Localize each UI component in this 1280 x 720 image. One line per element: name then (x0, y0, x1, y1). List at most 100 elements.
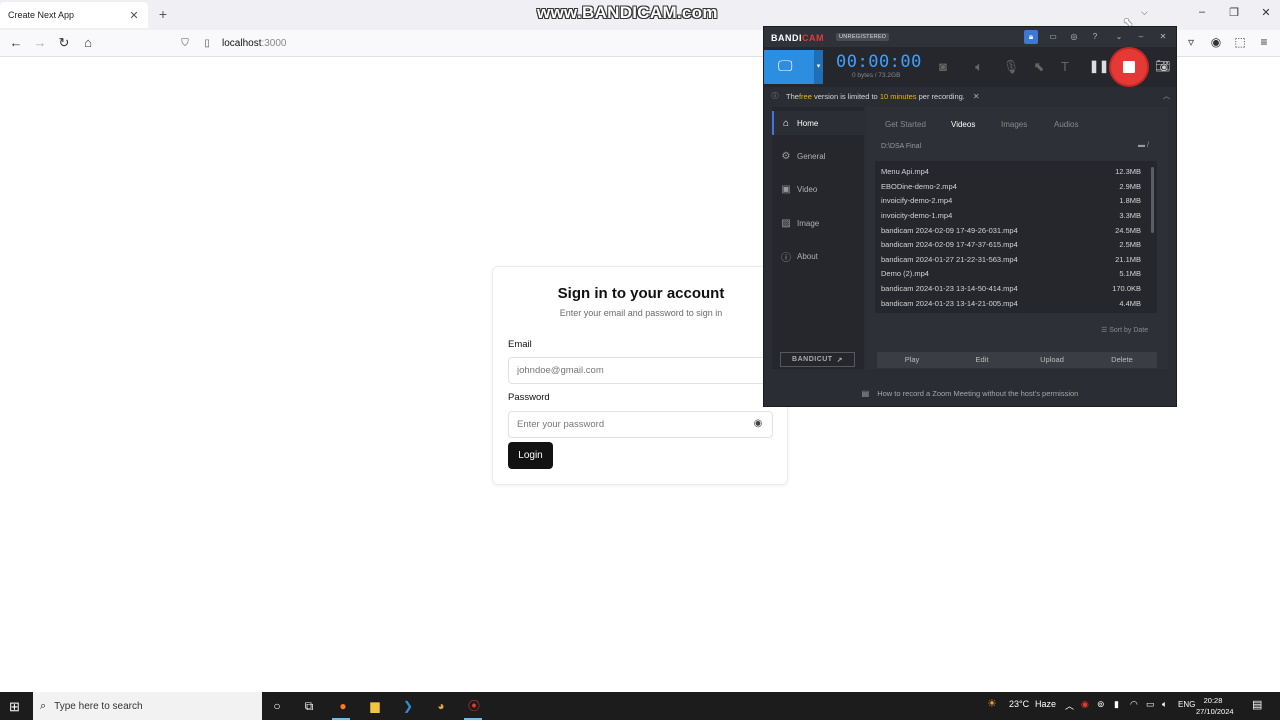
sidebar-item-about[interactable]: ⓘ About (772, 244, 864, 268)
notice-text-1: The (786, 91, 799, 101)
collapse-icon[interactable]: ⌄ (1112, 30, 1126, 44)
list-item[interactable]: Menu Api.mp4 12.3MB (875, 164, 1147, 178)
play-button[interactable]: Play (877, 352, 947, 368)
sort-by-date-button[interactable]: ☰ Sort by Date (1101, 326, 1148, 334)
home-icon[interactable]: ⌂ (80, 35, 96, 51)
help-icon[interactable]: ? (1088, 30, 1102, 44)
list-item[interactable]: bandicam 2024-02-09 17-49-26-031.mp4 24.5… (875, 223, 1147, 237)
mode-dropdown-icon[interactable]: ▾ (814, 50, 823, 84)
browser-tab[interactable]: Create Next App ✕ (0, 2, 148, 28)
firefox-icon[interactable]: ● (333, 697, 353, 715)
menu-icon[interactable]: ≡ (1256, 35, 1272, 49)
notifications-icon[interactable]: ▤ (1252, 698, 1262, 711)
list-item[interactable]: invoicity-demo-1.mp4 3.3MB (875, 208, 1147, 222)
tab-videos[interactable]: Videos (951, 120, 975, 129)
bandicut-button[interactable]: BANDICUT ↗ (780, 352, 855, 367)
file-actions-bar: Play Edit Upload Delete (877, 352, 1157, 368)
eye-icon[interactable]: ◉ (751, 418, 765, 429)
stop-record-button[interactable] (1111, 49, 1147, 85)
task-view-icon[interactable]: ⧉ (299, 697, 319, 715)
account-icon[interactable]: ◉ (1208, 35, 1224, 49)
system-clock[interactable]: 20:28 27/10/2024 (1196, 695, 1234, 717)
new-tab-icon[interactable]: + (156, 6, 170, 22)
list-item[interactable]: bandicam 2024-02-09 17-47-37-615.mp4 2.5M… (875, 237, 1147, 251)
windows-start-icon[interactable]: ⊞ (9, 699, 20, 715)
sidebar-item-label: Image (797, 218, 820, 228)
app-icon[interactable]: ◕ (431, 697, 451, 715)
tab-images[interactable]: Images (1001, 120, 1027, 129)
close-icon[interactable]: ✕ (1156, 30, 1170, 44)
extensions-icon[interactable]: ⬚ (1232, 35, 1248, 49)
chevron-up-icon[interactable]: ︿ (1163, 91, 1170, 101)
taskbar-search[interactable]: ⌕ Type here to search (33, 692, 262, 720)
tab-get-started[interactable]: Get Started (885, 120, 926, 129)
window-close-icon[interactable]: ✕ (1256, 6, 1276, 19)
network-icon[interactable]: ▭ (1146, 699, 1155, 710)
forward-icon[interactable]: → (32, 35, 48, 51)
wifi-icon[interactable]: ◠ (1130, 699, 1138, 710)
folder-icon[interactable]: ▭ (1046, 30, 1060, 44)
text-icon[interactable]: T (1056, 59, 1074, 74)
delete-button[interactable]: Delete (1087, 352, 1157, 368)
list-item[interactable]: EBODine-demo-2.mp4 2.9MB (875, 179, 1147, 193)
password-field[interactable] (508, 411, 773, 438)
weather-text[interactable]: Haze (1035, 699, 1056, 709)
shield-icon[interactable]: ⛉ (178, 38, 192, 49)
upload-button[interactable]: Upload (1017, 352, 1087, 368)
speaker-icon[interactable]: 🔈︎ (970, 59, 988, 75)
list-item[interactable]: invoicify-demo-2.mp4 1.8MB (875, 193, 1147, 207)
address-bar[interactable]: ⛉ ▯ localhost:3000 (178, 33, 778, 54)
list-item[interactable]: Demo (2).mp4 5.1MB (875, 266, 1147, 280)
sidebar-item-home[interactable]: ⌂ Home (772, 111, 864, 135)
bandicam-taskbar-icon[interactable]: ⦿ (464, 697, 484, 715)
email-field[interactable] (508, 357, 773, 384)
list-item[interactable]: bandicam 2024-01-27 21-22-31-563.mp4 21.1… (875, 252, 1147, 266)
vscode-icon[interactable]: ❯ (398, 697, 418, 715)
volume-icon[interactable]: 🔈︎ (1162, 699, 1167, 710)
app-tray-icon[interactable]: ⊚ (1097, 699, 1105, 710)
sidebar-item-image[interactable]: ▨ Image (772, 211, 864, 235)
battery-icon[interactable]: ▮ (1114, 699, 1119, 710)
screen-mode-button[interactable]: 🖵︎ (764, 50, 814, 84)
cursor-icon[interactable]: ⬉ (1030, 59, 1048, 75)
chevron-down-icon[interactable]: ⌵ (1141, 7, 1148, 18)
minimize-icon[interactable]: – (1192, 6, 1212, 18)
show-hidden-icons[interactable]: ︿ (1065, 699, 1074, 712)
microphone-icon[interactable]: 🎙︎ (1002, 59, 1020, 75)
file-list-scrollbar[interactable] (1151, 167, 1154, 233)
file-size: 2.5MB (1119, 240, 1141, 249)
close-tab-icon[interactable]: ✕ (128, 9, 140, 22)
back-icon[interactable]: ← (8, 35, 24, 51)
sidebar-item-video[interactable]: ▣ Video (772, 177, 864, 201)
tab-audios[interactable]: Audios (1054, 120, 1078, 129)
list-item[interactable]: bandicam 2024-01-23 13-14-50-414.mp4 170.… (875, 281, 1147, 295)
weather-icon[interactable]: ☀ (987, 697, 997, 710)
dismiss-notice-icon[interactable]: ✕ (973, 92, 980, 101)
settings-icon[interactable]: ◎ (1067, 30, 1081, 44)
webcam-icon[interactable]: ◙ (934, 59, 952, 74)
chat-icon: ▤ (861, 388, 870, 398)
video-icon: ▣ (781, 183, 791, 195)
bandicam-footer-tip[interactable]: ▤ How to record a Zoom Meeting without t… (764, 383, 1176, 403)
list-item[interactable]: bandicam 2024-01-23 13-14-21-005.mp4 4.4M… (875, 296, 1147, 310)
login-button[interactable]: Login (508, 442, 553, 469)
pause-icon[interactable]: ❚❚ (1089, 59, 1109, 73)
camera-icon[interactable]: 📷︎ (1155, 59, 1170, 73)
file-explorer-icon[interactable]: ▆ (365, 697, 385, 715)
minimize-icon[interactable]: – (1134, 30, 1148, 44)
bandicam-logo: BANDICAM (771, 33, 824, 43)
cortana-icon[interactable]: ○ (267, 697, 287, 715)
weather-temp[interactable]: 23°C (1009, 699, 1029, 709)
file-size: 4.4MB (1119, 299, 1141, 308)
brand-part-a: BANDI (771, 33, 802, 43)
sidebar-item-general[interactable]: ⚙ General (772, 144, 864, 168)
reload-icon[interactable]: ↻ (56, 35, 72, 51)
record-icon[interactable]: ◉ (1081, 699, 1089, 710)
language-indicator[interactable]: ENG (1178, 700, 1195, 709)
pocket-icon[interactable]: ▿ (1183, 35, 1199, 49)
lock-icon[interactable]: 🔒︎ (1024, 30, 1038, 44)
restore-icon[interactable]: ❐ (1224, 6, 1244, 19)
edit-button[interactable]: Edit (947, 352, 1017, 368)
sidebar-item-label: Video (797, 184, 818, 194)
open-folder-icon[interactable]: ▬ / (1138, 142, 1149, 149)
